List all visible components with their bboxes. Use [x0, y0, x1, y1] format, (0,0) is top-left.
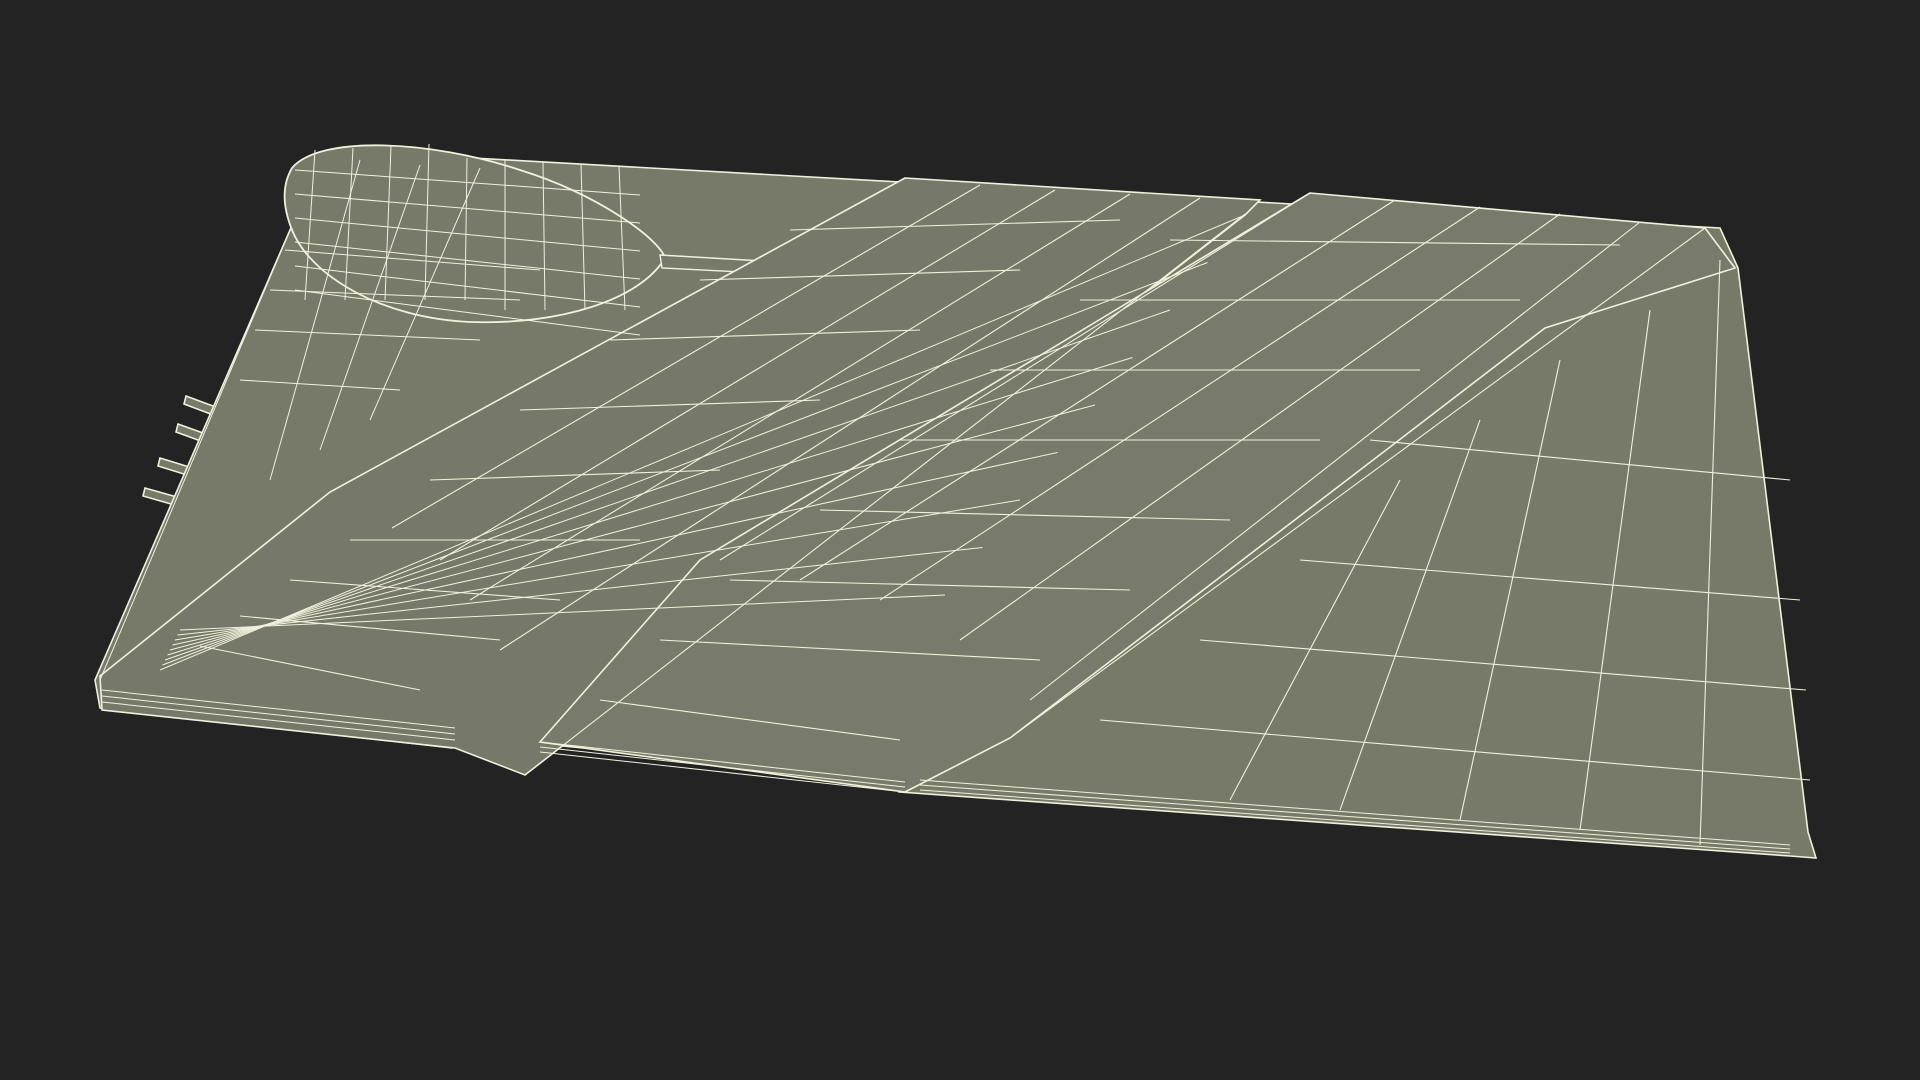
- render-viewport: [0, 0, 1920, 1080]
- wireframe-scene: [94, 143, 1818, 859]
